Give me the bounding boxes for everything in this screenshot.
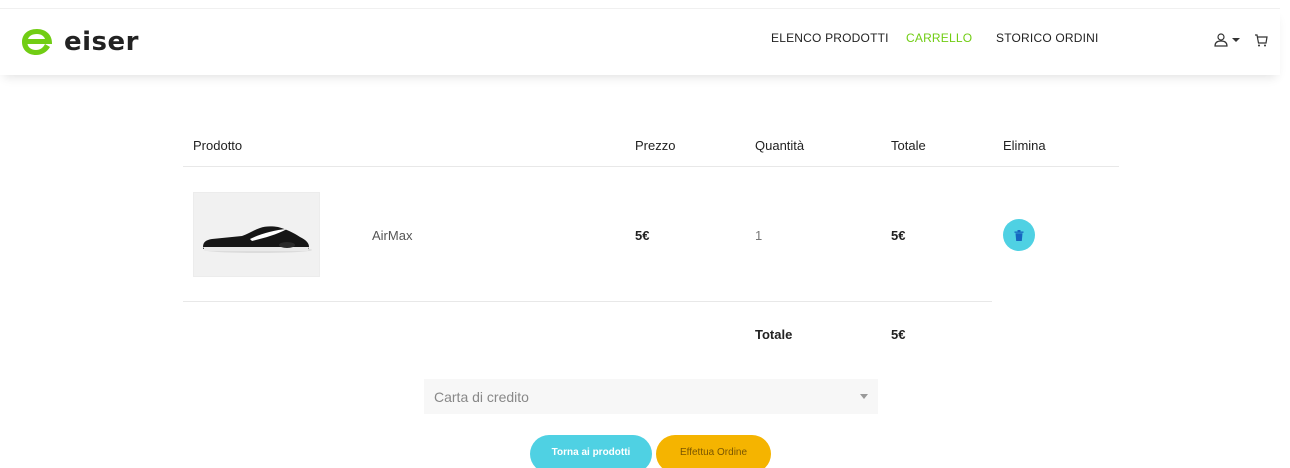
cart-total-value: 5€ xyxy=(891,327,906,342)
column-header-prezzo: Prezzo xyxy=(635,138,676,153)
product-quantity: 1 xyxy=(755,228,763,243)
product-price: 5€ xyxy=(635,228,650,243)
column-header-quantita: Quantità xyxy=(755,138,805,153)
back-to-products-button[interactable]: Torna ai prodotti xyxy=(530,435,652,468)
sneaker-image xyxy=(203,226,312,253)
trash-icon xyxy=(1014,229,1024,241)
payment-method-value: Carta di credito xyxy=(434,388,529,405)
site-header: eiser ELENCO PRODOTTI CARRELLO STORICO O… xyxy=(0,8,1280,75)
user-icon xyxy=(1214,33,1228,47)
cart-button[interactable] xyxy=(1254,33,1268,52)
payment-method-select[interactable]: Carta di credito xyxy=(424,379,878,414)
cart-total-label: Totale xyxy=(755,327,793,342)
table-divider xyxy=(183,166,1119,167)
cart-icon xyxy=(1255,34,1268,47)
column-header-prodotto: Prodotto xyxy=(193,138,243,153)
product-total: 5€ xyxy=(891,228,906,243)
table-divider xyxy=(183,301,992,302)
nav-item-storico-ordini[interactable]: STORICO ORDINI xyxy=(996,31,1099,45)
nav-item-carrello[interactable]: CARRELLO xyxy=(906,31,972,45)
product-image xyxy=(193,192,320,277)
user-menu-button[interactable] xyxy=(1214,33,1240,47)
nav-item-elenco-prodotti[interactable]: ELENCO PRODOTTI xyxy=(771,31,889,45)
delete-item-button[interactable] xyxy=(1003,219,1035,251)
place-order-button[interactable]: Effettua Ordine xyxy=(656,435,771,468)
caret-down-icon xyxy=(1232,38,1240,42)
column-header-totale: Totale xyxy=(891,138,926,153)
product-name[interactable]: AirMax xyxy=(372,228,412,243)
chevron-down-icon xyxy=(860,394,868,399)
brand-name: eiser xyxy=(64,27,139,57)
brand-logo[interactable]: eiser xyxy=(20,27,139,57)
logo-icon xyxy=(22,29,53,55)
column-header-elimina: Elimina xyxy=(1003,138,1046,153)
